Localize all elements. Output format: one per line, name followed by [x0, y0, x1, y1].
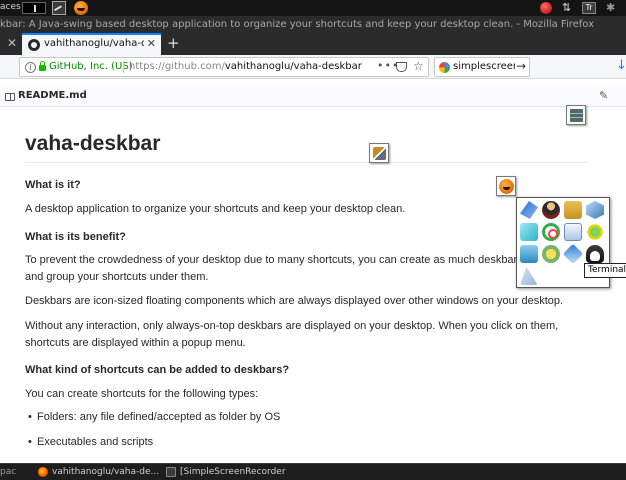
terminal-tooltip: Terminal	[584, 263, 626, 278]
list-item: Folders: any file defined/accepted as fo…	[28, 411, 280, 423]
inkscape-icon[interactable]	[520, 267, 538, 285]
taskbar-item-label: [SimpleScreenRecorder]	[180, 467, 286, 477]
section-heading: What is it?	[25, 179, 81, 191]
section-heading: What kind of shortcuts can be added to d…	[25, 364, 290, 376]
chrome-like-icon[interactable]	[542, 245, 560, 263]
section-heading: What is its benefit?	[25, 231, 126, 243]
search-input[interactable]: simplescreenrecorder	[453, 61, 515, 72]
tab-strip: ✕ vahithanoglu/vaha-deskb ✕ +	[0, 33, 626, 55]
book-icon	[5, 93, 15, 101]
workspace-preview[interactable]	[22, 2, 46, 14]
pocket-icon[interactable]	[396, 62, 407, 72]
url-path: vahithanoglu/vaha-deskbar	[224, 61, 362, 72]
taskbar-item-firefox[interactable]: vahithanoglu/vaha-de...	[36, 465, 160, 479]
workspaces-label[interactable]: aces	[0, 2, 21, 12]
site-identity[interactable]: GitHub, Inc. (US)	[49, 61, 133, 72]
new-tab-button[interactable]: +	[167, 34, 180, 52]
file-manager-icon[interactable]	[520, 245, 538, 263]
bookmark-star-icon[interactable]: ☆	[413, 59, 424, 73]
readme-header: README.md ✎	[0, 87, 626, 107]
tab-github-readme[interactable]: vahithanoglu/vaha-deskb ✕	[22, 33, 161, 55]
workspace-label[interactable]: pac	[0, 467, 16, 477]
archive-icon[interactable]	[564, 201, 582, 219]
close-icon[interactable]: ✕	[7, 36, 17, 50]
terminal-tux-icon[interactable]	[586, 245, 604, 263]
taskbar-item-simplescreenrecorder[interactable]: [SimpleScreenRecorder]	[164, 465, 286, 479]
download-icon[interactable]: ↓	[616, 58, 626, 73]
title-divider	[25, 162, 588, 163]
paragraph: A desktop application to organize your s…	[25, 203, 406, 215]
google-icon[interactable]	[439, 62, 450, 73]
os-top-panel: aces ⇅ Tr ✱	[0, 0, 626, 16]
site-info-icon[interactable]: i	[25, 62, 36, 73]
search-go-icon[interactable]: →	[516, 59, 526, 73]
blue-app-icon[interactable]	[562, 243, 584, 265]
bottom-taskbar: pac vahithanoglu/vaha-de... [SimpleScree…	[0, 463, 626, 480]
window-title-bar: kbar: A Java-swing based desktop applica…	[0, 16, 626, 33]
tab-title: vahithanoglu/vaha-deskb	[44, 38, 144, 49]
url-text[interactable]: https://github.com/vahithanoglu/vaha-des…	[129, 61, 362, 72]
url-host: https://github.com/	[129, 61, 225, 72]
deskbar-drawer-icon[interactable]	[566, 105, 586, 125]
firefox-icon	[38, 467, 48, 477]
tab-close-icon[interactable]: ✕	[147, 37, 156, 50]
deskbar-tools-icon[interactable]	[369, 143, 389, 163]
recorder-icon	[166, 467, 176, 477]
window-title: kbar: A Java-swing based desktop applica…	[0, 19, 595, 30]
readme-filename[interactable]: README.md	[18, 90, 87, 101]
keyboard-layout-indicator[interactable]: Tr	[582, 2, 596, 14]
edit-pencil-icon[interactable]: ✎	[599, 89, 608, 102]
user-avatar-icon[interactable]	[542, 201, 560, 219]
list-item: Executables and scripts	[28, 436, 153, 448]
virtualbox-cube-icon[interactable]	[586, 201, 604, 219]
box-3d-icon[interactable]	[520, 223, 538, 241]
url-bar[interactable]: i GitHub, Inc. (US) https://github.com/v…	[19, 57, 429, 77]
navigation-bar: i GitHub, Inc. (US) https://github.com/v…	[0, 55, 626, 79]
search-box[interactable]: simplescreenrecorder →	[434, 57, 530, 77]
readme-title: vaha-deskbar	[25, 132, 161, 155]
bluetooth-icon[interactable]: ✱	[606, 1, 615, 14]
pumpkin-launcher-icon[interactable]	[74, 1, 88, 15]
text-editor-icon[interactable]	[564, 223, 582, 241]
network-icon[interactable]: ⇅	[562, 1, 571, 14]
taskbar-item-label: vahithanoglu/vaha-de...	[52, 467, 160, 477]
filezilla-icon[interactable]	[586, 223, 604, 241]
dev-tools-icon[interactable]	[520, 201, 538, 219]
lock-icon[interactable]	[39, 61, 46, 71]
screenshot-app-icon[interactable]	[52, 1, 66, 15]
qt-creator-icon[interactable]	[542, 223, 560, 241]
paragraph: Without any interaction, only always-on-…	[25, 320, 559, 349]
paragraph: To prevent the crowdedness of your deskt…	[25, 254, 585, 283]
github-favicon-icon	[28, 39, 40, 51]
deskbar-pumpkin-icon[interactable]	[496, 176, 516, 196]
paragraph: You can create shortcuts for the followi…	[25, 388, 259, 400]
record-icon[interactable]	[540, 2, 552, 14]
url-divider	[123, 61, 124, 73]
paragraph: Deskbars are icon-sized floating compone…	[25, 295, 564, 307]
